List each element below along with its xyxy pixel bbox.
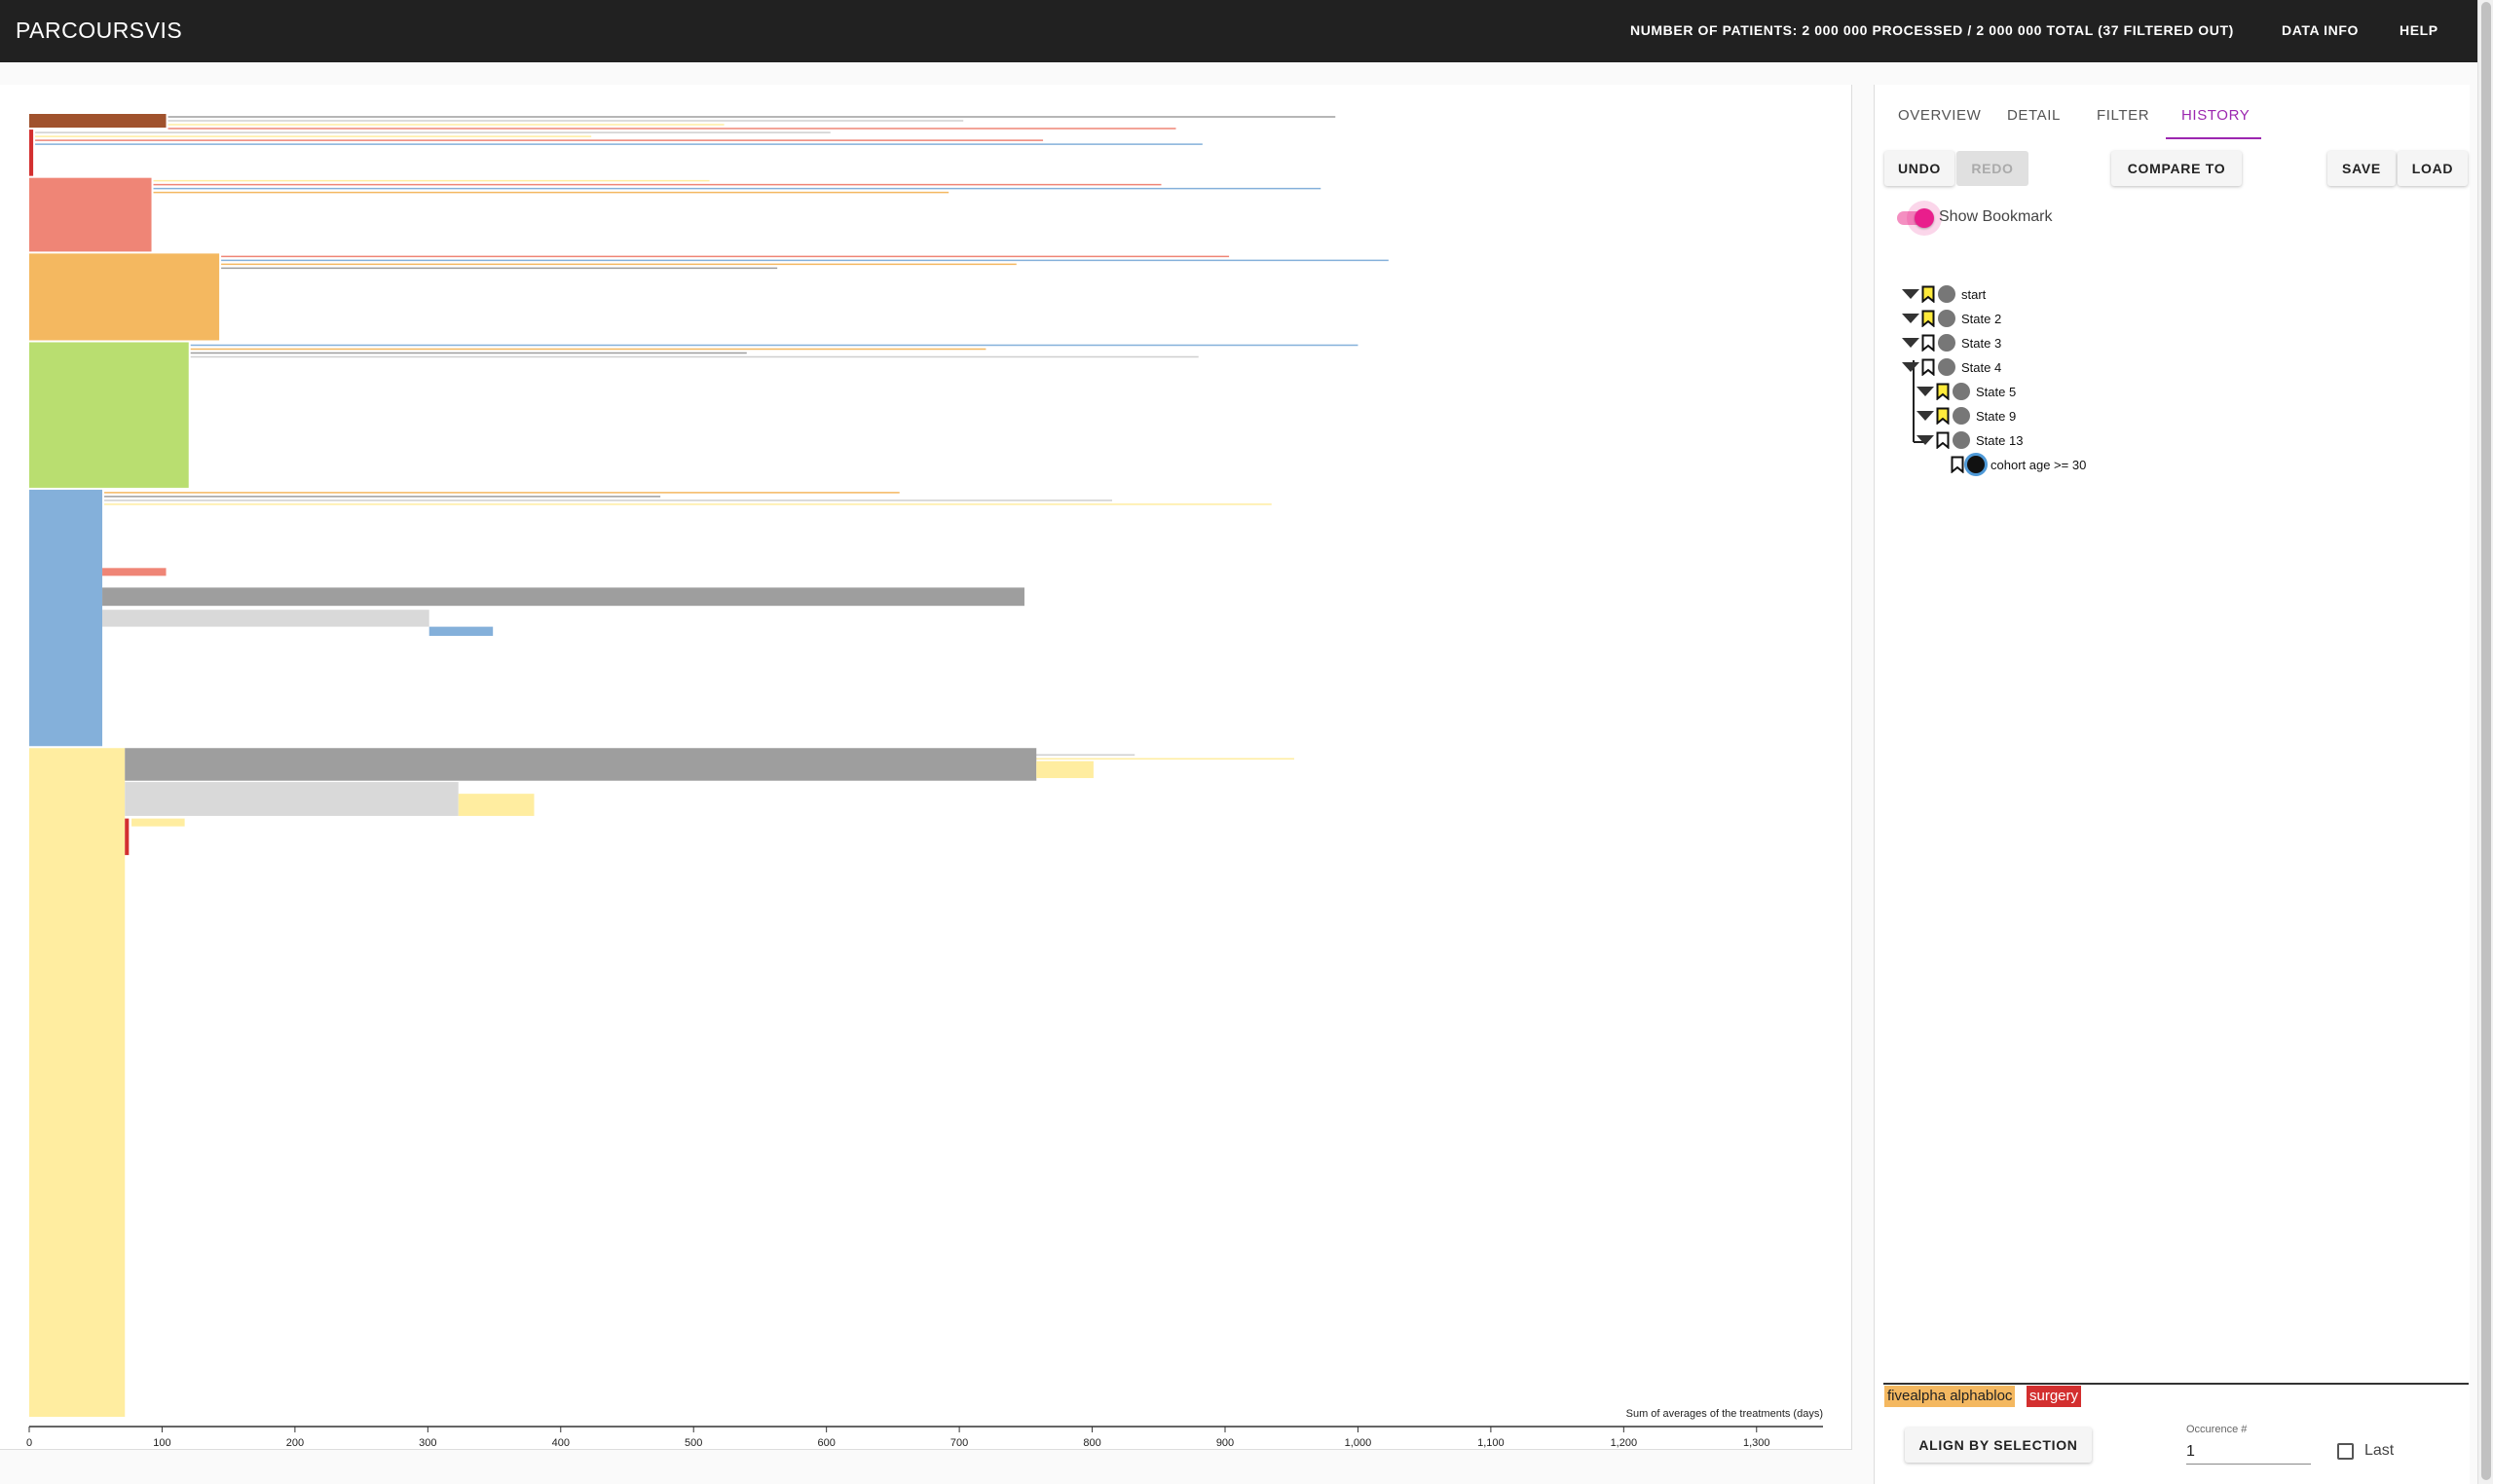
x-tick-label: 1,200 xyxy=(1611,1437,1638,1449)
toggle-knob[interactable] xyxy=(1915,208,1934,228)
current-state-icon[interactable] xyxy=(1967,456,1985,473)
history-item[interactable]: State 4 xyxy=(1902,356,2001,378)
sequence-block[interactable] xyxy=(29,130,34,176)
expand-caret-icon[interactable] xyxy=(1916,387,1934,396)
expand-caret-icon[interactable] xyxy=(1902,314,1919,323)
sequence-block[interactable] xyxy=(29,114,167,129)
sub-sequence-block[interactable] xyxy=(125,748,1037,781)
history-item[interactable]: State 13 xyxy=(1916,429,2023,451)
sub-sequence-block[interactable] xyxy=(102,587,1024,607)
state-node-icon[interactable] xyxy=(1953,407,1970,425)
align-by-selection-button[interactable]: ALIGN BY SELECTION xyxy=(1905,1428,2092,1463)
sequence-block[interactable] xyxy=(29,253,220,341)
x-tick-label: 600 xyxy=(817,1437,835,1449)
history-item-label: State 2 xyxy=(1961,311,2002,326)
bookmark-icon[interactable] xyxy=(1921,358,1935,376)
sub-sequence-block[interactable] xyxy=(1036,761,1094,779)
history-item[interactable]: State 9 xyxy=(1916,405,2016,427)
save-button[interactable]: SAVE xyxy=(2327,151,2396,186)
history-item[interactable]: State 2 xyxy=(1902,308,2001,329)
expand-caret-icon[interactable] xyxy=(1902,362,1919,372)
bookmark-icon[interactable] xyxy=(1936,431,1950,449)
sequence-block[interactable] xyxy=(29,177,152,252)
app-title: PARCOURSVIS xyxy=(16,18,183,43)
sub-sequence-block[interactable] xyxy=(102,568,167,576)
show-bookmark-label: Show Bookmark xyxy=(1939,208,2053,225)
load-button[interactable]: LOAD xyxy=(2398,151,2468,186)
tab-history[interactable]: HISTORY xyxy=(2181,107,2250,124)
history-item-label: cohort age >= 30 xyxy=(1991,457,2087,472)
x-tick-label: 900 xyxy=(1216,1437,1234,1449)
bookmark-icon[interactable] xyxy=(1951,456,1964,473)
history-item[interactable]: State 3 xyxy=(1902,332,2001,353)
sequence-block[interactable] xyxy=(29,489,103,747)
expand-caret-icon[interactable] xyxy=(1916,435,1934,445)
sequence-block[interactable] xyxy=(29,748,126,1417)
last-checkbox[interactable] xyxy=(2337,1443,2354,1460)
tab-overview[interactable]: OVERVIEW xyxy=(1898,107,1981,124)
x-tick-label: 700 xyxy=(950,1437,968,1449)
sequence-block[interactable] xyxy=(29,342,189,488)
expand-caret-icon[interactable] xyxy=(1902,338,1919,348)
compare-to-button[interactable]: COMPARE TO xyxy=(2111,151,2242,186)
history-item[interactable]: cohort age >= 30 xyxy=(1931,454,2086,475)
x-tick-label: 1,100 xyxy=(1477,1437,1505,1449)
state-node-icon[interactable] xyxy=(1953,431,1970,449)
help-button[interactable]: HELP xyxy=(2400,22,2438,38)
bookmark-icon[interactable] xyxy=(1921,285,1935,303)
state-node-icon[interactable] xyxy=(1938,285,1955,303)
expand-caret-icon[interactable] xyxy=(1902,289,1919,299)
x-tick-label: 400 xyxy=(552,1437,570,1449)
state-node-icon[interactable] xyxy=(1938,358,1955,376)
state-node-icon[interactable] xyxy=(1953,383,1970,400)
state-node-icon[interactable] xyxy=(1938,310,1955,327)
bookmark-icon[interactable] xyxy=(1936,407,1950,425)
sub-sequence-block[interactable] xyxy=(102,610,429,627)
page-scrollbar[interactable] xyxy=(2477,0,2493,1484)
legend-chip[interactable]: fivealpha alphabloc xyxy=(1884,1386,2016,1407)
history-item-label: State 13 xyxy=(1976,432,2024,448)
scrollbar-thumb[interactable] xyxy=(2481,2,2491,1480)
patients-status: NUMBER OF PATIENTS: 2 000 000 PROCESSED … xyxy=(1630,22,2234,38)
sub-sequence-block[interactable] xyxy=(458,794,535,816)
x-tick-label: 1,000 xyxy=(1345,1437,1372,1449)
sub-sequence-block[interactable] xyxy=(131,818,185,827)
expand-caret-icon[interactable] xyxy=(1916,411,1934,421)
history-item-label: State 3 xyxy=(1961,335,2002,351)
history-item-label: State 5 xyxy=(1976,384,2017,399)
x-tick-label: 800 xyxy=(1083,1437,1100,1449)
redo-button[interactable]: REDO xyxy=(1956,151,2028,186)
legend-chip[interactable]: surgery xyxy=(2027,1386,2082,1407)
x-tick-label: 300 xyxy=(419,1437,436,1449)
top-app-bar: PARCOURSVIS NUMBER OF PATIENTS: 2 000 00… xyxy=(0,0,2477,62)
sub-sequence-block[interactable] xyxy=(125,782,459,816)
x-axis-label: Sum of averages of the treatments (days) xyxy=(1625,1408,1823,1420)
legend-divider xyxy=(1883,1383,2469,1385)
bookmark-icon[interactable] xyxy=(1936,383,1950,400)
x-tick-label: 200 xyxy=(286,1437,304,1449)
bookmark-icon[interactable] xyxy=(1921,310,1935,327)
x-tick-label: 1,300 xyxy=(1743,1437,1770,1449)
icicle-chart[interactable]: 0 100 200 300 400 500 600 700 800 900 1,000 1,100 1,… xyxy=(0,85,1852,1450)
active-tab-indicator xyxy=(2166,137,2261,139)
tab-detail[interactable]: DETAIL xyxy=(2007,107,2061,124)
tab-filter[interactable]: FILTER xyxy=(2097,107,2149,124)
bookmark-icon[interactable] xyxy=(1921,334,1935,352)
state-node-icon[interactable] xyxy=(1938,334,1955,352)
occurrence-input[interactable] xyxy=(2186,1439,2311,1465)
history-item-label: start xyxy=(1961,286,1987,302)
history-item[interactable]: start xyxy=(1902,283,1986,305)
x-tick-label: 100 xyxy=(153,1437,170,1449)
history-item-label: State 4 xyxy=(1961,359,2002,375)
data-info-button[interactable]: DATA INFO xyxy=(2282,22,2359,38)
sub-sequence-block[interactable] xyxy=(428,626,494,636)
last-label: Last xyxy=(2364,1442,2395,1459)
undo-button[interactable]: UNDO xyxy=(1884,151,1954,186)
history-item-label: State 9 xyxy=(1976,408,2017,424)
sub-sequence-block[interactable] xyxy=(125,818,130,856)
history-item[interactable]: State 5 xyxy=(1916,381,2016,402)
x-tick-label: 0 xyxy=(26,1437,32,1449)
x-tick-label: 500 xyxy=(685,1437,702,1449)
occurrence-label: Occurence # xyxy=(2186,1424,2248,1435)
